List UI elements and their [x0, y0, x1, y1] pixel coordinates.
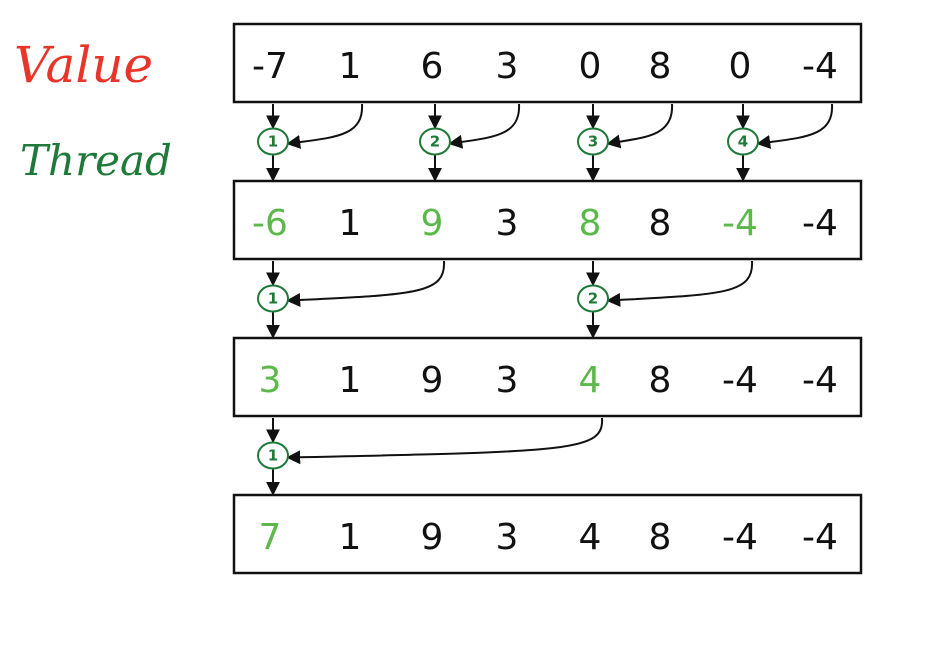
cell-value: 3 [496, 46, 519, 87]
parallel-reduction-diagram: Value Thread -7 1 6 3 0 8 0 -4 -6 1 9 3 8 8 -4 -4 3 1 9 3 4 8… [14, 22, 863, 575]
cell-value: 6 [421, 46, 444, 87]
cell-value: -4 [802, 46, 838, 87]
updated-cell-value: 9 [421, 203, 444, 244]
cell-value: 3 [496, 517, 519, 558]
updated-cell-value: 4 [579, 360, 602, 401]
cell-value: 8 [649, 46, 672, 87]
updated-cell-value: 3 [259, 360, 282, 401]
cell-value: 8 [649, 203, 672, 244]
cell-value: -4 [722, 360, 758, 401]
thread-step: 1 [257, 103, 364, 182]
thread-step: 1 [257, 260, 446, 339]
cell-value: 9 [421, 517, 444, 558]
source-arrow [606, 103, 674, 149]
thread-id-label: 1 [268, 133, 278, 151]
thread-step: 1 [257, 417, 604, 496]
cell-value: 1 [339, 203, 362, 244]
thread-id-label: 2 [588, 290, 598, 308]
source-arrow [286, 417, 604, 465]
reduction-steps: 1 2 3 4 1 2 1 [257, 103, 834, 496]
source-arrow [448, 103, 521, 149]
cell-value: 4 [579, 517, 602, 558]
cell-value: 1 [339, 517, 362, 558]
thread-step: 2 [419, 103, 521, 182]
cell-value: 9 [421, 360, 444, 401]
cell-value: -7 [252, 46, 288, 87]
thread-id-label: 3 [588, 133, 598, 151]
source-arrow [606, 260, 754, 307]
updated-cell-value: -6 [252, 203, 288, 244]
cell-value: 0 [579, 46, 602, 87]
updated-cell-value: 8 [579, 203, 602, 244]
thread-id-label: 1 [268, 447, 278, 465]
cell-value: 3 [496, 360, 519, 401]
thread-id-label: 1 [268, 290, 278, 308]
legend-value-label: Value [14, 36, 153, 94]
source-arrow [286, 103, 364, 149]
cell-value: 3 [496, 203, 519, 244]
updated-cell-value: 7 [259, 517, 282, 558]
thread-id-label: 2 [430, 133, 440, 151]
thread-id-label: 4 [738, 133, 748, 151]
thread-step: 3 [577, 103, 674, 182]
cell-value: 8 [649, 360, 672, 401]
array-row-box [232, 22, 863, 104]
thread-step: 4 [727, 103, 834, 182]
array-row: -7 1 6 3 0 8 0 -4 [232, 22, 863, 104]
updated-cell-value: -4 [722, 203, 758, 244]
legend-thread-label: Thread [20, 136, 172, 185]
array-row: -6 1 9 3 8 8 -4 -4 [232, 179, 863, 261]
array-row-box [232, 493, 863, 575]
cell-value: -4 [722, 517, 758, 558]
cell-value: 1 [339, 360, 362, 401]
array-row: 7 1 9 3 4 8 -4 -4 [232, 493, 863, 575]
source-arrow [286, 260, 446, 307]
cell-value: 0 [729, 46, 752, 87]
cell-value: -4 [802, 517, 838, 558]
cell-value: -4 [802, 360, 838, 401]
array-row: 3 1 9 3 4 8 -4 -4 [232, 336, 863, 418]
cell-value: 1 [339, 46, 362, 87]
cell-value: -4 [802, 203, 838, 244]
array-row-box [232, 179, 863, 261]
source-arrow [756, 103, 834, 149]
cell-value: 8 [649, 517, 672, 558]
thread-step: 2 [577, 260, 754, 339]
array-row-box [232, 336, 863, 418]
